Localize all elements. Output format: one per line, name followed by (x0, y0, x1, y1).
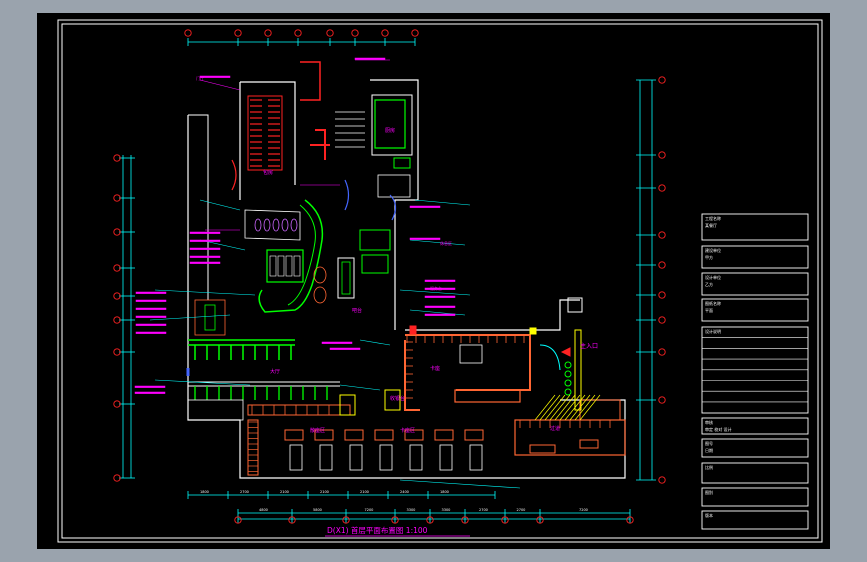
room-label-main-entrance: 主入口 (580, 342, 598, 350)
annotation-text-stub (135, 299, 167, 302)
bottom-dim-label: 1800 (200, 490, 209, 494)
bottom-dim-label: 3300 (407, 508, 416, 512)
yellow-marker (529, 327, 537, 335)
title-block-label: 审核 (705, 419, 713, 425)
title-block-label: 工程名称 (705, 215, 721, 221)
annotation-text-stub (135, 323, 167, 326)
drawing-title: D(X1) 首层平面布置图 1:100 (327, 525, 428, 535)
room-label-private-room: 包房 (263, 169, 273, 176)
annotation-text-stub (321, 341, 353, 344)
bottom-dim-label: 2700 (479, 508, 488, 512)
annotation-text-stub (199, 75, 231, 78)
annotation-text-stub (135, 331, 167, 334)
title-block-value: 平面 (705, 308, 713, 313)
room-label-corridor: 过道 (550, 425, 560, 432)
title-block-label: 版本 (705, 512, 713, 518)
annotation-text-stub (424, 313, 456, 316)
annotation-text-stub (189, 231, 221, 234)
annotation-text-stub (135, 307, 167, 310)
annotation-text-stub (354, 57, 386, 60)
room-label-counter: 吧台 (352, 307, 362, 314)
title-block-label: 图号 (705, 440, 713, 446)
room-label-card-area: 卡座区 (400, 427, 415, 434)
title-block-value: 乙方 (705, 281, 713, 287)
bottom-dim-label: 2700 (517, 508, 526, 512)
bottom-dim-label: 7200 (365, 508, 374, 512)
title-block-label: 图纸名称 (705, 300, 721, 306)
bottom-dim-label: 2700 (240, 490, 249, 494)
title-block-value: 某餐厅 (705, 222, 717, 228)
red-marker (409, 325, 417, 335)
title-block-label: 建设单位 (705, 247, 721, 253)
annotation-text-stub (409, 237, 441, 240)
bottom-dim-label: 7200 (579, 508, 588, 512)
bottom-dim-label: 2100 (280, 490, 289, 494)
bottom-dim-label: 4800 (259, 508, 268, 512)
bottom-dim-label: 3300 (442, 508, 451, 512)
room-label-booth-2: 散座区 (310, 427, 325, 434)
bottom-dim-label: 5800 (313, 508, 322, 512)
title-block-label: 设计单位 (705, 274, 721, 280)
room-label-dining-hall: 大厅 (270, 368, 280, 375)
annotation-text-stub (424, 279, 456, 282)
annotation-text-stub (189, 247, 221, 250)
bottom-dim-label: 2100 (360, 490, 369, 494)
annotation-text-stub (135, 291, 167, 294)
annotation-text-stub (424, 295, 456, 298)
annotation-text-stub (189, 261, 221, 264)
room-label-booth-1: 卡座 (430, 365, 440, 372)
annotation-text-stub (409, 205, 441, 208)
room-label-kitchen: 厨房 (385, 127, 395, 134)
annotation-text-stub (189, 239, 221, 242)
annotation-text-stub (134, 385, 166, 388)
title-block-label: 比例 (705, 464, 713, 470)
title-block-label: 设计说明 (705, 328, 721, 334)
annotation-3: 服务台 (430, 285, 442, 291)
title-block-value: 日期 (705, 447, 713, 453)
annotation-2: 休息区 (440, 240, 452, 246)
annotation-text-stub (424, 305, 456, 308)
title-block-value: 审定 校对 设计 (705, 426, 732, 432)
room-label-cashier: 收银台 (390, 395, 405, 402)
annotation-text-stub (134, 391, 166, 394)
bottom-dim-label: 2100 (320, 490, 329, 494)
annotation-1: 门厅 (196, 75, 204, 81)
cad-sheet: 1800 2700 2100 2100 2100 2400 1800 4800 5800 7200… (37, 13, 830, 549)
bottom-dim-label: 2400 (400, 490, 409, 494)
title-block-label: 图别 (705, 489, 713, 495)
bottom-dim-label: 1800 (440, 490, 449, 494)
annotation-text-stub (189, 255, 221, 258)
annotation-text-stub (329, 347, 361, 350)
title-block-value: 甲方 (705, 254, 713, 260)
annotation-text-stub (135, 315, 167, 318)
